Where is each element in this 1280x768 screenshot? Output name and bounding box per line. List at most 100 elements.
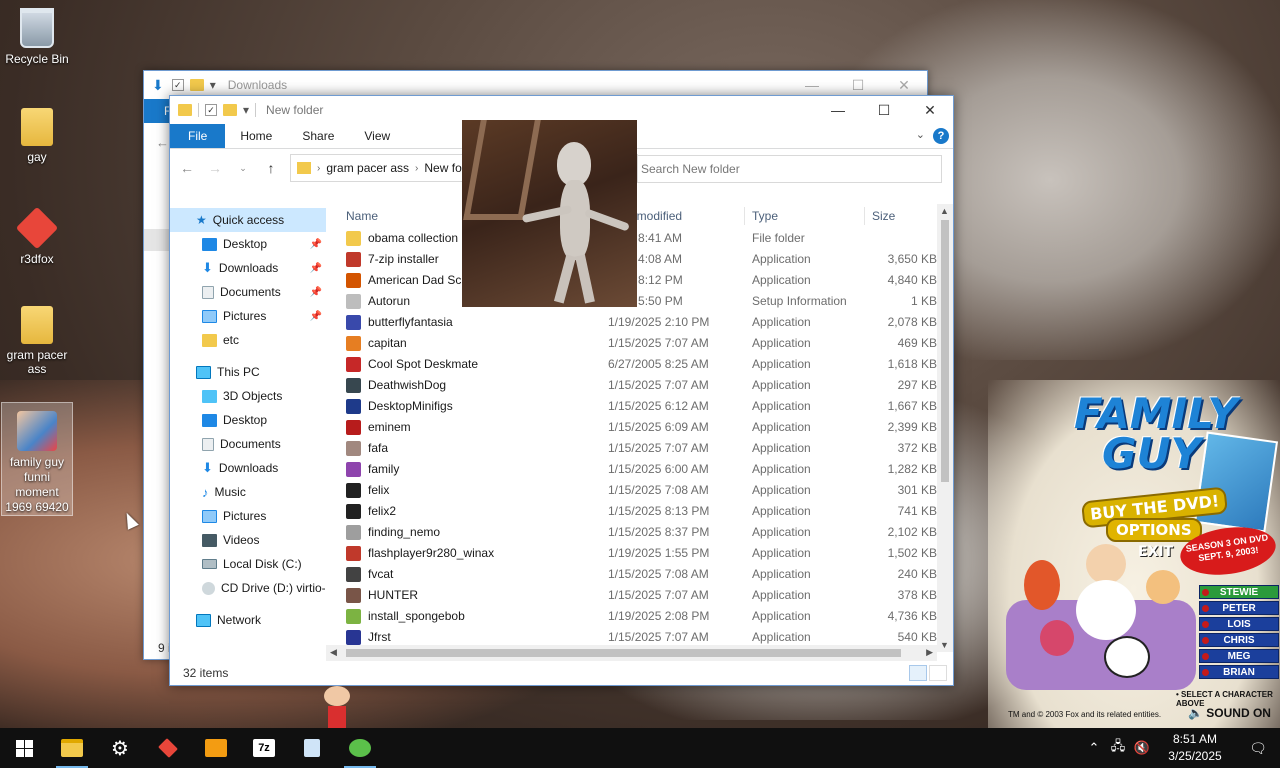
- scroll-up-icon[interactable]: ▲: [940, 206, 949, 216]
- taskbar-r3dfox[interactable]: [144, 728, 192, 768]
- taskbar-file-explorer[interactable]: [48, 728, 96, 768]
- maximize-icon[interactable]: ☐: [861, 96, 907, 124]
- breadcrumb-separator-icon[interactable]: ›: [317, 163, 320, 174]
- column-size[interactable]: Size: [872, 209, 895, 223]
- table-row[interactable]: capitan 1/15/2025 7:07 AM Application 469 K…: [326, 333, 953, 354]
- details-view-icon[interactable]: [909, 665, 927, 681]
- table-row[interactable]: eminem 1/15/2025 6:09 AM Application 2,399 …: [326, 417, 953, 438]
- breadcrumb-separator-icon[interactable]: ›: [415, 163, 418, 174]
- minimize-icon[interactable]: —: [815, 96, 861, 124]
- nav-videos[interactable]: Videos: [170, 528, 326, 552]
- column-name[interactable]: Name: [346, 209, 378, 223]
- notifications-icon[interactable]: 🗨: [1236, 740, 1280, 757]
- nav-documents[interactable]: Documents: [170, 432, 326, 456]
- table-row[interactable]: fafa 1/15/2025 7:07 AM Application 372 KB: [326, 438, 953, 459]
- properties-icon[interactable]: ✓: [171, 79, 184, 91]
- pin-icon[interactable]: 📌: [310, 263, 322, 274]
- table-row[interactable]: DesktopMinifigs 1/15/2025 6:12 AM Applicat…: [326, 396, 953, 417]
- new-folder-icon[interactable]: [223, 104, 237, 116]
- desktop-icon-r3dfox[interactable]: r3dfox: [1, 206, 73, 266]
- tab-share[interactable]: Share: [287, 124, 349, 148]
- character-button-meg[interactable]: MEG: [1199, 649, 1279, 663]
- nav-downloads[interactable]: ⬇ Downloads: [170, 456, 326, 480]
- scrollbar-thumb[interactable]: [941, 220, 949, 482]
- character-button-lois[interactable]: LOIS: [1199, 617, 1279, 631]
- nav-quick-access[interactable]: ★ Quick access: [170, 208, 326, 232]
- chevron-up-icon[interactable]: ⌃: [1082, 740, 1106, 756]
- table-row[interactable]: install_spongebob 1/19/2025 2:08 PM Applic…: [326, 606, 953, 627]
- nav-quick-downloads[interactable]: ⬇ Downloads 📌: [170, 256, 326, 280]
- tab-view[interactable]: View: [349, 124, 405, 148]
- scroll-down-icon[interactable]: ▼: [940, 640, 949, 650]
- character-button-brian[interactable]: BRIAN: [1199, 665, 1279, 679]
- nav-cd-drive[interactable]: CD Drive (D:) virtio-: [170, 576, 326, 600]
- table-row[interactable]: DeathwishDog 1/15/2025 7:07 AM Application…: [326, 375, 953, 396]
- stewie-mascot[interactable]: [320, 686, 354, 728]
- tab-home[interactable]: Home: [225, 124, 287, 148]
- taskbar-7zip[interactable]: 7z: [240, 728, 288, 768]
- scroll-right-icon[interactable]: ▶: [926, 647, 933, 658]
- forward-arrow-icon[interactable]: →: [206, 160, 224, 176]
- nav-quick-etc[interactable]: etc: [170, 328, 326, 352]
- table-row[interactable]: HUNTER 1/15/2025 7:07 AM Application 378 KB: [326, 585, 953, 606]
- character-button-chris[interactable]: CHRIS: [1199, 633, 1279, 647]
- nav-local-disk[interactable]: Local Disk (C:): [170, 552, 326, 576]
- nav-quick-documents[interactable]: Documents 📌: [170, 280, 326, 304]
- taskbar-family-guy[interactable]: [336, 728, 384, 768]
- nav-quick-desktop[interactable]: Desktop 📌: [170, 232, 326, 256]
- table-row[interactable]: butterflyfantasia 1/19/2025 2:10 PM Applic…: [326, 312, 953, 333]
- pin-icon[interactable]: 📌: [310, 311, 322, 322]
- desktop-icon-gram-pacer-ass[interactable]: gram pacer ass: [1, 306, 73, 376]
- recent-locations-icon[interactable]: ⌄: [234, 163, 252, 174]
- nav-desktop[interactable]: Desktop: [170, 408, 326, 432]
- large-icons-view-icon[interactable]: [929, 665, 947, 681]
- table-row[interactable]: felix2 1/15/2025 8:13 PM Application 741 KB: [326, 501, 953, 522]
- table-row[interactable]: finding_nemo 1/15/2025 8:37 PM Application…: [326, 522, 953, 543]
- help-icon[interactable]: ?: [933, 128, 949, 144]
- character-button-peter[interactable]: PETER: [1199, 601, 1279, 615]
- network-icon[interactable]: 🖧: [1106, 737, 1130, 759]
- expand-ribbon-icon[interactable]: ⌄: [916, 128, 925, 141]
- scrollbar-thumb[interactable]: [346, 649, 901, 657]
- chevron-down-icon[interactable]: ▾: [210, 78, 216, 92]
- nav-quick-pictures[interactable]: Pictures 📌: [170, 304, 326, 328]
- nav-network[interactable]: Network: [170, 608, 326, 632]
- taskbar-media-player[interactable]: [192, 728, 240, 768]
- close-icon[interactable]: ✕: [907, 96, 953, 124]
- horizontal-scrollbar[interactable]: ◀ ▶: [326, 645, 937, 661]
- character-button-stewie[interactable]: STEWIE: [1199, 585, 1279, 599]
- table-row[interactable]: felix 1/15/2025 7:08 AM Application 301 KB: [326, 480, 953, 501]
- table-row[interactable]: Autorun 2025 5:50 PM Setup Information 1 KB: [326, 291, 953, 312]
- properties-icon[interactable]: ✓: [205, 104, 217, 116]
- table-row[interactable]: obama collection 2025 8:41 AM File folder: [326, 228, 953, 249]
- scroll-left-icon[interactable]: ◀: [330, 647, 337, 658]
- nav-this-pc[interactable]: This PC: [170, 360, 326, 384]
- nav-3d-objects[interactable]: 3D Objects: [170, 384, 326, 408]
- volume-muted-icon[interactable]: 🔇: [1130, 740, 1154, 756]
- pin-icon[interactable]: 📌: [310, 287, 322, 298]
- taskbar-settings[interactable]: ⚙: [96, 728, 144, 768]
- clock[interactable]: 8:51 AM 3/25/2025: [1154, 731, 1236, 765]
- column-type[interactable]: Type: [752, 209, 778, 223]
- up-arrow-icon[interactable]: ↑: [262, 160, 280, 176]
- desktop-icon-gay[interactable]: gay: [1, 108, 73, 164]
- chevron-down-icon[interactable]: ▾: [243, 103, 249, 117]
- vertical-scrollbar[interactable]: ▲ ▼: [937, 204, 953, 652]
- desktop-icon-family-guy[interactable]: family guy funni moment 1969 69420: [1, 402, 73, 516]
- table-row[interactable]: family 1/15/2025 6:00 AM Application 1,282 …: [326, 459, 953, 480]
- table-row[interactable]: 7-zip installer 2025 4:08 AM Application 3,…: [326, 249, 953, 270]
- start-button[interactable]: [0, 728, 48, 768]
- search-input[interactable]: Search New folder: [632, 155, 942, 183]
- options-button[interactable]: OPTIONS: [1106, 518, 1202, 542]
- folder-icon[interactable]: [189, 79, 204, 91]
- back-arrow-icon[interactable]: ←: [178, 160, 196, 176]
- sound-toggle[interactable]: 🔈 SOUND ON: [1188, 706, 1271, 720]
- table-row[interactable]: fvcat 1/15/2025 7:08 AM Application 240 KB: [326, 564, 953, 585]
- back-arrow-icon[interactable]: ←: [156, 135, 169, 150]
- breadcrumb-item[interactable]: gram pacer ass: [326, 161, 409, 175]
- pin-icon[interactable]: 📌: [310, 239, 322, 250]
- family-guy-promo[interactable]: FAMILY GUY BUY THE DVD! OPTIONS EXIT SEA…: [988, 380, 1280, 728]
- table-row[interactable]: American Dad Scr 2025 8:12 PM Application 4…: [326, 270, 953, 291]
- table-row[interactable]: Cool Spot Deskmate 6/27/2005 8:25 AM Appli…: [326, 354, 953, 375]
- desktop-icon-recycle-bin[interactable]: Recycle Bin: [1, 8, 73, 66]
